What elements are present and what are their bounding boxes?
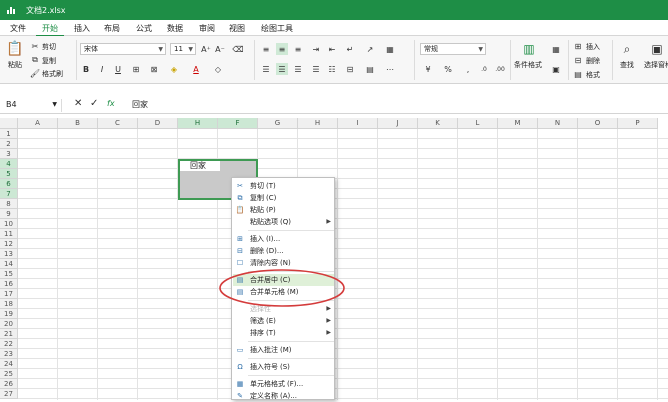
callout-overlay: [219, 269, 345, 307]
callout-ellipse: [219, 269, 345, 307]
